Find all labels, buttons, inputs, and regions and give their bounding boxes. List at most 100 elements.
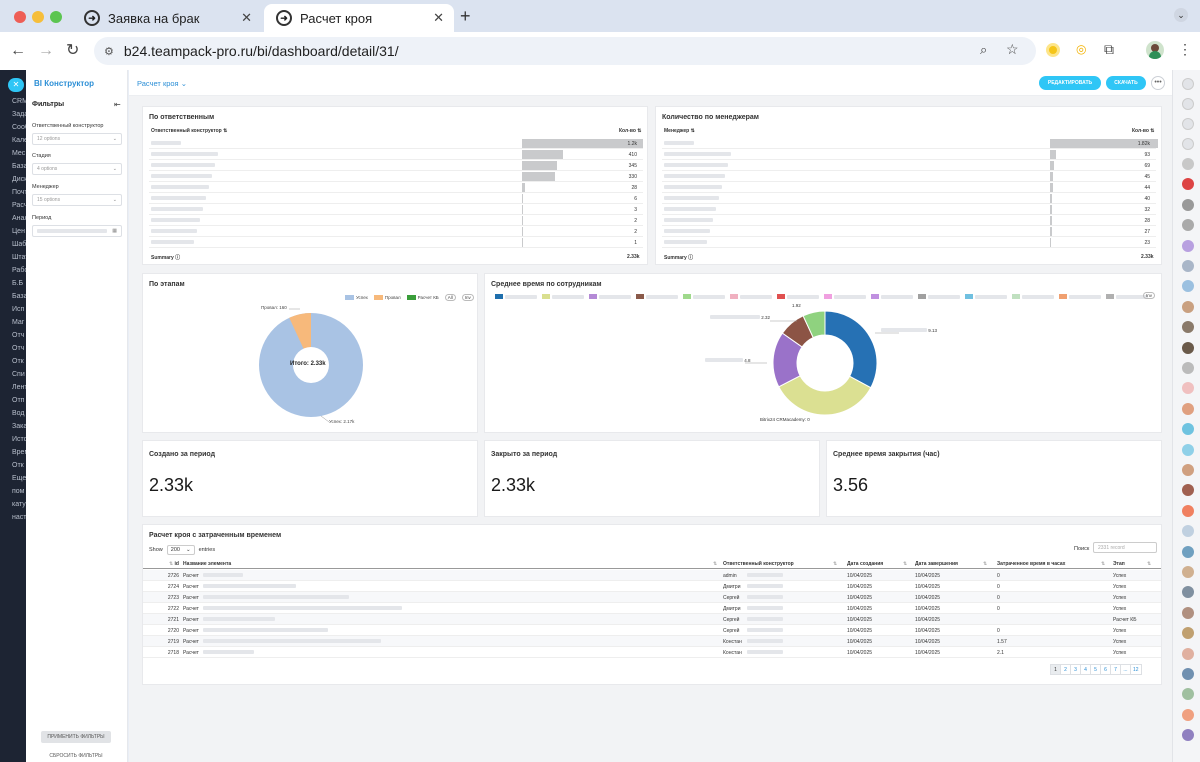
left-menu-item[interactable]: Спи — [12, 371, 25, 378]
column-header[interactable]: Затраченное время в часах — [997, 561, 1065, 567]
close-tab-icon[interactable]: ✕ — [433, 10, 444, 26]
table-row[interactable]: 28 — [662, 215, 1156, 226]
left-menu-item[interactable]: пом — [12, 488, 25, 495]
left-menu-item[interactable]: Цен — [12, 228, 25, 235]
chat-avatar[interactable] — [1182, 566, 1194, 578]
left-menu-item[interactable]: Лента — [12, 384, 26, 391]
table-row[interactable]: 330 — [149, 171, 643, 182]
entries-select[interactable]: 200 ⌄ — [166, 545, 195, 555]
left-menu-item[interactable]: Почт — [12, 189, 26, 196]
column-header[interactable]: Ответственный конструктор ⇅ — [151, 128, 227, 134]
chat-avatar[interactable] — [1182, 627, 1194, 640]
address-bar[interactable]: ⚙ b24.teampack-pro.ru/bi/dashboard/detai… — [94, 37, 1036, 65]
maximize-window-button[interactable] — [50, 11, 62, 23]
search-icon[interactable] — [1182, 138, 1194, 150]
left-menu-item[interactable]: Мес — [12, 150, 25, 157]
left-menu-item[interactable]: Б.Б — [12, 280, 23, 287]
table-row[interactable]: 93 — [662, 149, 1156, 160]
filter-period-input[interactable]: ▦ — [32, 225, 122, 237]
left-menu-item[interactable]: Анал — [12, 215, 26, 222]
new-tab-icon[interactable]: + — [460, 6, 471, 27]
column-header[interactable]: Дата создания — [847, 561, 883, 567]
table-row[interactable]: 44 — [662, 182, 1156, 193]
left-menu-item[interactable]: Сооб — [12, 124, 26, 131]
table-row[interactable]: 345 — [149, 160, 643, 171]
reload-icon[interactable]: ↻ — [66, 41, 79, 61]
dashboard-title-dropdown[interactable]: Расчет кроя ⌄ — [137, 79, 187, 88]
filter-select-stage[interactable]: 4 options ⌄ — [32, 163, 122, 175]
chat-avatar[interactable] — [1182, 280, 1194, 293]
table-row[interactable]: 2720 Расчет Сергей 10/04/2025 10/04/2025 0 Усп… — [143, 625, 1161, 636]
table-row[interactable]: 28 — [149, 182, 643, 193]
table-row[interactable]: 6 — [149, 193, 643, 204]
chat-avatar[interactable] — [1182, 341, 1194, 354]
chat-avatar[interactable] — [1182, 300, 1194, 313]
table-row[interactable]: 2718 Расчет Констан 10/04/2025 10/04/2025 2.1… — [143, 647, 1161, 658]
table-row[interactable]: 1.2k — [149, 138, 643, 149]
tab-search-icon[interactable]: ⌄ — [1174, 8, 1188, 22]
chat-avatar[interactable] — [1182, 198, 1194, 211]
chat-avatar[interactable] — [1182, 688, 1194, 701]
chat-avatar[interactable] — [1182, 586, 1194, 599]
chat-avatar[interactable] — [1182, 402, 1194, 415]
column-header[interactable]: Этап — [1113, 561, 1125, 567]
close-window-button[interactable] — [14, 11, 26, 23]
table-row[interactable]: 2723 Расчет Сергей 10/04/2025 10/04/2025 0 Усп… — [143, 592, 1161, 603]
left-menu-item[interactable]: Исто — [12, 436, 26, 443]
table-row[interactable]: 3 — [149, 204, 643, 215]
left-menu-item[interactable]: Исп — [12, 306, 24, 313]
page-button[interactable]: 12 — [1130, 664, 1142, 675]
left-menu-item[interactable]: Зака — [12, 423, 26, 430]
left-menu-item[interactable]: Расч — [12, 202, 26, 209]
chat-avatar[interactable] — [1182, 239, 1194, 252]
minimize-window-button[interactable] — [32, 11, 44, 23]
help-icon[interactable] — [1182, 118, 1194, 130]
zoom-icon[interactable]: ⌕ — [980, 42, 987, 58]
table-row[interactable]: 1.82k — [662, 138, 1158, 149]
chat-avatar[interactable] — [1182, 729, 1194, 742]
chat-avatar[interactable] — [1182, 606, 1194, 619]
left-menu-item[interactable]: Отч — [12, 332, 24, 339]
table-row[interactable]: 23 — [662, 237, 1156, 248]
profile-avatar[interactable] — [1146, 41, 1164, 59]
site-settings-icon[interactable]: ⚙ — [104, 45, 114, 58]
chat-avatar[interactable] — [1182, 321, 1194, 334]
tab-raschet[interactable]: ➜ Расчет кроя ✕ — [264, 4, 454, 32]
back-icon[interactable]: ← — [10, 41, 26, 61]
left-menu-item[interactable]: кату — [12, 501, 26, 508]
column-header[interactable]: Дата завершения — [915, 561, 958, 567]
extension-icon[interactable] — [1046, 43, 1060, 57]
left-menu-item[interactable]: CRM — [12, 98, 26, 105]
chat-avatar[interactable] — [1182, 708, 1194, 721]
table-row[interactable]: 45 — [662, 171, 1156, 182]
settings-icon[interactable] — [1182, 78, 1194, 90]
reset-filters-button[interactable]: СБРОСИТЬ ФИЛЬТРЫ — [41, 751, 111, 761]
chat-avatar[interactable] — [1182, 647, 1194, 660]
search-input[interactable]: 2331 record — [1093, 542, 1157, 553]
left-menu-item[interactable]: Зада — [12, 111, 26, 118]
chat-avatar[interactable] — [1182, 464, 1194, 476]
table-row[interactable]: 27 — [662, 226, 1156, 237]
left-menu-item[interactable]: Врем — [12, 449, 26, 456]
left-menu-item[interactable]: Отп — [12, 397, 24, 404]
chat-avatar[interactable] — [1182, 525, 1194, 538]
left-menu-item[interactable]: Штат — [12, 254, 26, 261]
left-menu-item[interactable]: Отк — [12, 358, 24, 365]
chat-avatar[interactable] — [1182, 219, 1194, 232]
table-row[interactable]: 2722 Расчет Дмитри 10/04/2025 10/04/2025 0 Усп… — [143, 603, 1161, 614]
chat-avatar[interactable] — [1182, 260, 1194, 272]
table-row[interactable]: 1 — [149, 237, 643, 248]
edit-button[interactable]: РЕДАКТИРОВАТЬ — [1039, 76, 1101, 90]
chat-avatar[interactable] — [1182, 178, 1194, 191]
left-menu-item[interactable]: Кале — [12, 137, 26, 144]
table-row[interactable]: 2 — [149, 215, 643, 226]
left-menu-item[interactable]: База — [12, 293, 26, 300]
column-header[interactable]: Название элемента — [183, 561, 231, 567]
left-menu-item[interactable]: Маг — [12, 319, 24, 326]
chat-avatar[interactable] — [1182, 545, 1194, 558]
chat-avatar[interactable] — [1182, 668, 1194, 680]
download-button[interactable]: СКАЧАТЬ — [1106, 76, 1146, 90]
column-header[interactable]: Менеджер ⇅ — [664, 128, 695, 134]
forward-icon[interactable]: → — [38, 41, 54, 61]
table-row[interactable]: 32 — [662, 204, 1156, 215]
